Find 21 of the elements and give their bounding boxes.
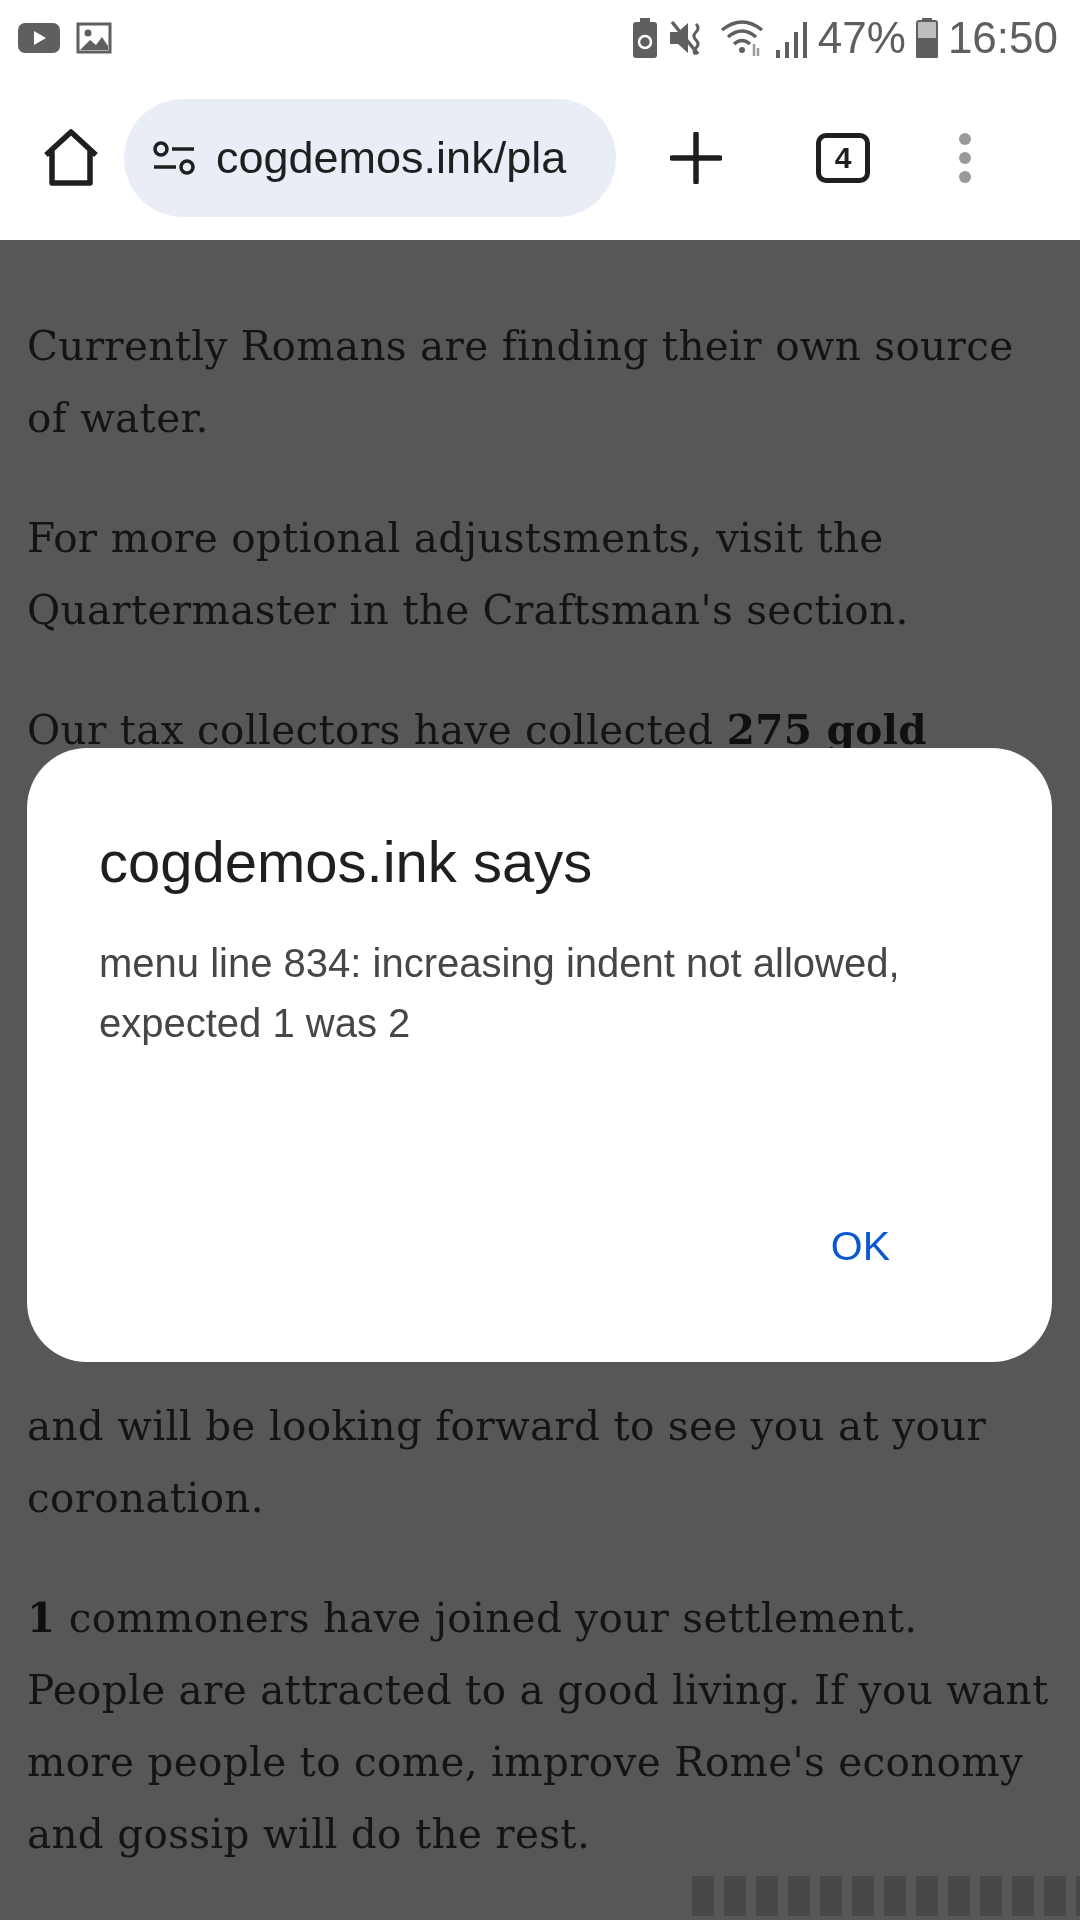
image-icon — [76, 21, 112, 54]
url-text: cogdemos.ink/pla — [216, 131, 567, 184]
wifi-icon — [719, 17, 766, 58]
paragraph-text: and will be looking forward to see you at your coronation. — [27, 1401, 988, 1524]
battery-percentage: 47% — [817, 12, 906, 63]
battery-icon — [915, 17, 938, 58]
paragraph-text: For more optional adjustsments, visit the Quartermaster in the Craftsman's section. — [27, 513, 910, 636]
video-app-icon — [18, 22, 60, 53]
ok-button[interactable]: OK — [818, 1215, 902, 1278]
paragraph-text: 1 commoners have joined your settlement. People are attracted to a good living. If you want more people to come, improve Rome's economy and gossip will do the rest. — [27, 1593, 1050, 1860]
battery-saver-icon — [631, 17, 658, 58]
new-tab-button[interactable] — [668, 129, 724, 186]
tab-switcher-button[interactable]: 4 — [816, 132, 870, 183]
paragraph-text: Our tax collectors have collected 275 gold — [27, 705, 928, 756]
site-settings-icon[interactable] — [152, 139, 196, 176]
dialog-message: menu line 834: increasing indent not allowed, expected 1 was 2 — [99, 940, 901, 1047]
dialog-title: cogdemos.ink says — [99, 828, 594, 895]
clock-time: 16:50 — [947, 12, 1058, 63]
more-options-button[interactable] — [958, 131, 972, 184]
address-bar[interactable]: cogdemos.ink/pla — [124, 98, 616, 217]
paragraph-text: Currently Romans are finding their own source of water. — [27, 321, 1015, 444]
